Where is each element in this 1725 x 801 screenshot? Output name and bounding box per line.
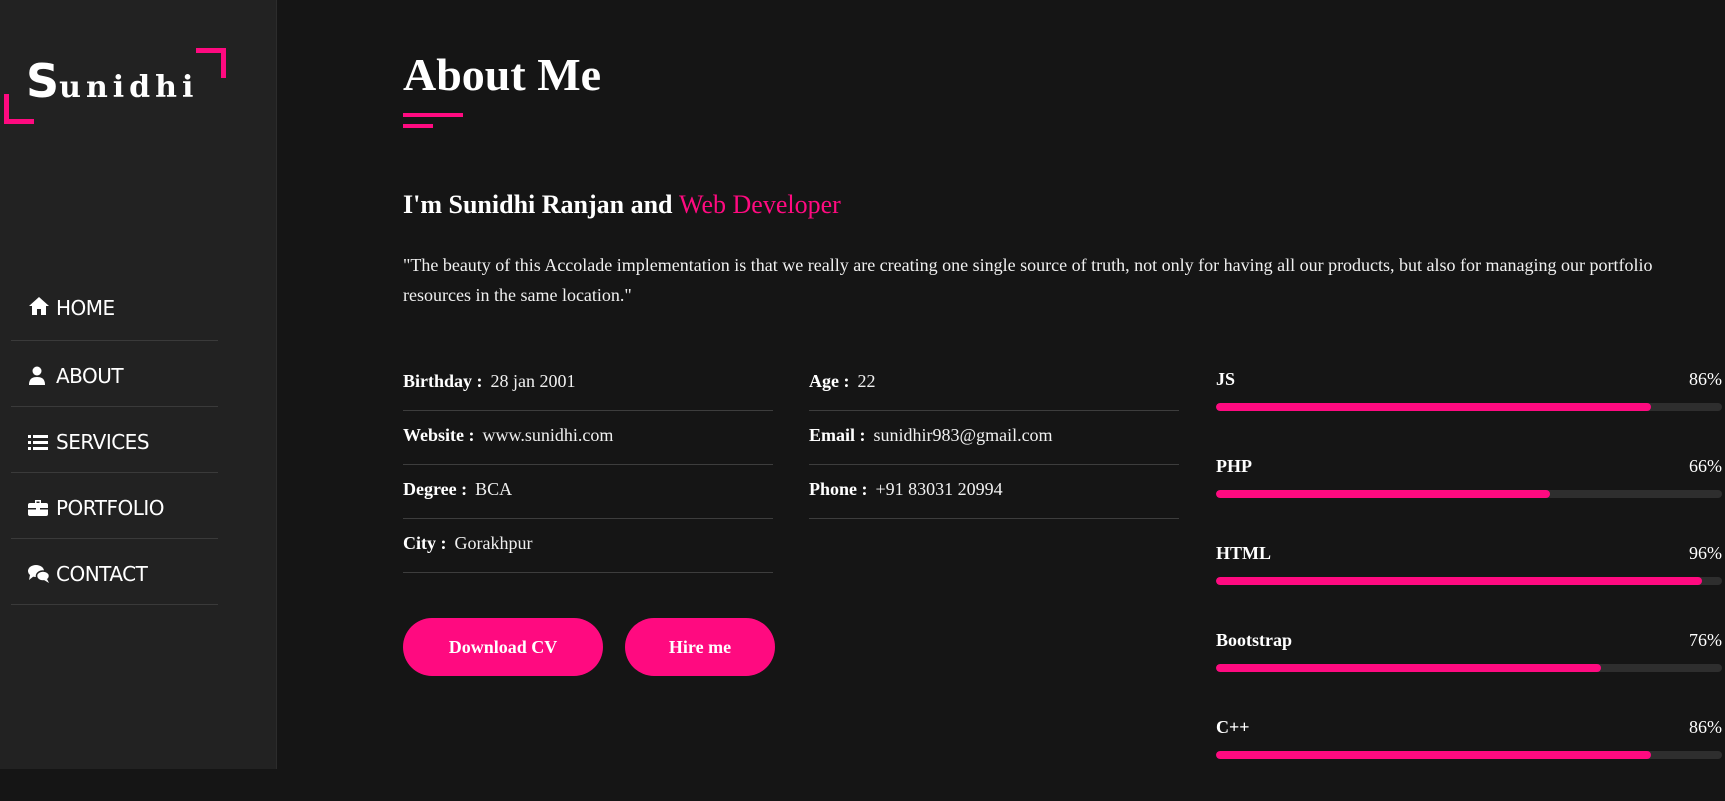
skill-progress-fill — [1216, 751, 1652, 759]
site-logo[interactable]: Sunidhi — [4, 48, 226, 124]
skill-item-php: PHP 66% — [1216, 453, 1722, 540]
info-row-email: Email : sunidhir983@gmail.com — [809, 411, 1179, 465]
info-value: BCA — [475, 479, 513, 499]
personal-info-left: Birthday : 28 jan 2001 Website : www.sunid… — [403, 357, 773, 573]
skill-name: HTML — [1216, 543, 1272, 563]
about-quote: "The beauty of this Accolade implementat… — [403, 255, 1653, 305]
intro-name: I'm Sunidhi Ranjan and — [403, 190, 680, 219]
skill-progress-fill — [1216, 490, 1550, 498]
info-row-degree: Degree : BCA — [403, 465, 773, 519]
skills-list: JS 86% PHP 66% HTML 96% Bootstrap 76% C+… — [1216, 366, 1722, 801]
skill-progress-fill — [1216, 664, 1601, 672]
title-underline — [403, 113, 463, 117]
info-label: Phone : — [809, 479, 868, 499]
info-row-age: Age : 22 — [809, 357, 1179, 411]
nav-label-contact: CONTACT — [56, 561, 148, 586]
skill-item-cpp: C++ 86% — [1216, 714, 1722, 801]
comments-icon — [28, 564, 52, 584]
intro-role: Web Developer — [679, 190, 841, 219]
skill-name: C++ — [1216, 717, 1250, 737]
page-title: About Me — [403, 49, 602, 100]
phone-link[interactable]: +91 83031 20994 — [876, 479, 1003, 499]
skill-progress-fill — [1216, 403, 1652, 411]
skill-percent: 96% — [1689, 543, 1722, 563]
info-label: Website : — [403, 425, 475, 445]
skill-percent: 86% — [1689, 369, 1722, 389]
email-link[interactable]: sunidhir983@gmail.com — [874, 425, 1053, 445]
briefcase-icon — [28, 498, 52, 518]
skill-progress-track — [1216, 403, 1722, 411]
nav-label-home: HOME — [56, 296, 115, 320]
info-value: Gorakhpur — [454, 533, 533, 553]
nav-label-portfolio: PORTFOLIO — [56, 495, 165, 520]
info-row-city: City : Gorakhpur — [403, 519, 773, 573]
nav-item-services[interactable]: SERVICES — [11, 407, 218, 473]
skill-item-html: HTML 96% — [1216, 540, 1722, 627]
info-label: Age : — [809, 371, 850, 391]
skill-name: Bootstrap — [1216, 630, 1292, 650]
info-label: Degree : — [403, 479, 468, 499]
skill-progress-track — [1216, 751, 1722, 759]
info-row-birthday: Birthday : 28 jan 2001 — [403, 357, 773, 411]
user-icon — [28, 366, 52, 386]
main-nav: HOME ABOUT SERVICES PORTFOLIO CONTACT — [11, 296, 218, 605]
nav-item-contact[interactable]: CONTACT — [11, 539, 218, 605]
title-underline-short — [403, 124, 433, 128]
hire-me-button[interactable]: Hire me — [625, 618, 775, 676]
info-value: 28 jan 2001 — [490, 371, 576, 391]
info-label: City : — [403, 533, 447, 553]
nav-label-about: ABOUT — [56, 363, 124, 388]
logo-initial: S — [26, 54, 60, 108]
skill-name: PHP — [1216, 456, 1252, 476]
skill-percent: 66% — [1689, 456, 1722, 476]
skill-progress-track — [1216, 490, 1722, 498]
about-section: About Me I'm Sunidhi Ranjan and Web Deve… — [276, 0, 1725, 769]
info-value: 22 — [857, 371, 876, 391]
info-label: Birthday : — [403, 371, 483, 391]
intro-heading: I'm Sunidhi Ranjan and Web Developer — [403, 190, 841, 220]
info-label: Email : — [809, 425, 866, 445]
sidebar: Sunidhi HOME ABOUT SERVICES PORTFOLIO CO… — [0, 0, 277, 769]
skill-name: JS — [1216, 369, 1236, 389]
download-cv-button[interactable]: Download CV — [403, 618, 603, 676]
nav-item-home[interactable]: HOME — [11, 296, 218, 341]
logo-text: Sunidhi — [26, 54, 198, 108]
logo-rest: unidhi — [59, 70, 199, 105]
skill-progress-fill — [1216, 577, 1702, 585]
skill-progress-track — [1216, 664, 1722, 672]
website-link[interactable]: www.sunidhi.com — [483, 425, 614, 445]
personal-info-right: Age : 22 Email : sunidhir983@gmail.com Pho… — [809, 357, 1179, 519]
home-icon — [28, 296, 52, 316]
skill-item-bootstrap: Bootstrap 76% — [1216, 627, 1722, 714]
info-row-phone: Phone : +91 83031 20994 — [809, 465, 1179, 519]
nav-item-about[interactable]: ABOUT — [11, 341, 218, 407]
list-icon — [28, 432, 52, 452]
skill-percent: 86% — [1689, 717, 1722, 737]
logo-corner-top-right — [196, 48, 226, 78]
skill-progress-track — [1216, 577, 1722, 585]
nav-label-services: SERVICES — [56, 429, 150, 454]
skill-item-js: JS 86% — [1216, 366, 1722, 453]
info-row-website: Website : www.sunidhi.com — [403, 411, 773, 465]
nav-item-portfolio[interactable]: PORTFOLIO — [11, 473, 218, 539]
skill-percent: 76% — [1689, 630, 1722, 650]
